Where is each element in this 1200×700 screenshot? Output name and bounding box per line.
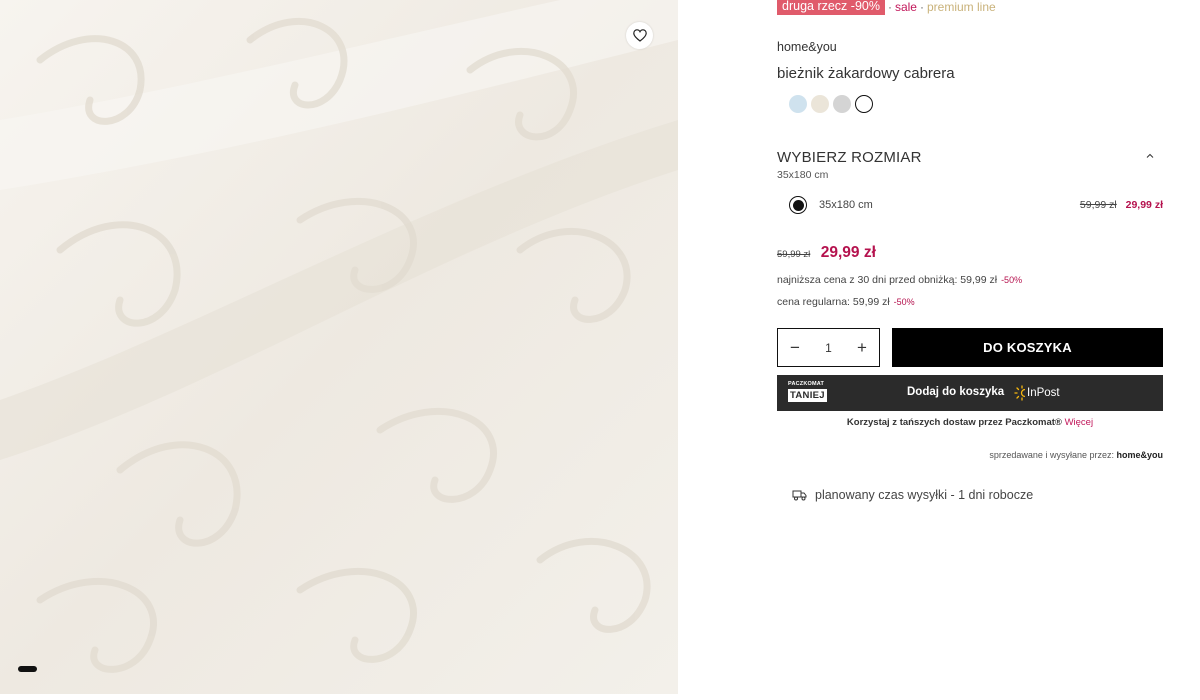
inpost-button-label: Dodaj do koszyka — [907, 386, 1005, 398]
premium-badge: premium line — [926, 0, 996, 14]
inpost-sun-icon — [1014, 385, 1026, 401]
size-option-prices: 59,99 zł 29,99 zł — [1080, 199, 1163, 211]
inpost-add-to-cart-button[interactable]: PACZKOMAT TANIEJ Dodaj do koszyka InPost — [777, 375, 1163, 411]
product-badges: druga rzecz -90% · sale · premium line — [777, 0, 996, 15]
lowest-price-label: najniższa cena z 30 dni przed obniżką: 5… — [777, 274, 998, 286]
quantity-stepper: − + — [777, 328, 880, 367]
color-swatch-light-blue[interactable] — [789, 95, 807, 113]
lowest-price-discount: -50% — [1001, 275, 1023, 285]
inpost-note-text: Korzystaj z tańszych dostaw przez Paczko… — [846, 417, 1062, 428]
seller-prefix: sprzedawane i wysyłane przez: — [989, 450, 1114, 460]
promo-badge: druga rzecz -90% — [777, 0, 885, 15]
regular-price-info: cena regularna: 59,99 zł -50% — [777, 296, 915, 308]
shipping-time-text: planowany czas wysyłki - 1 dni robocze — [815, 488, 1034, 502]
product-title: bieżnik żakardowy cabrera — [777, 65, 955, 82]
regular-price-discount: -50% — [893, 297, 915, 307]
brand-name[interactable]: home&you — [777, 40, 837, 54]
quantity-input[interactable] — [818, 340, 839, 355]
size-radio[interactable] — [789, 196, 807, 214]
seller-name[interactable]: home&you — [1116, 450, 1163, 460]
quantity-increase-button[interactable]: + — [855, 338, 869, 357]
lowest-price-info: najniższa cena z 30 dni przed obniżką: 5… — [777, 274, 1022, 286]
product-image[interactable] — [0, 0, 678, 694]
badge-separator: · — [887, 0, 892, 14]
shipping-time-info: planowany czas wysyłki - 1 dni robocze — [792, 488, 1033, 502]
color-swatch-beige[interactable] — [811, 95, 829, 113]
price-block: 59,99 zł 29,99 zł — [777, 244, 876, 262]
truck-icon — [792, 490, 807, 501]
sale-badge: sale — [894, 0, 917, 14]
favorite-button[interactable] — [626, 22, 653, 49]
chevron-up-icon[interactable] — [1145, 151, 1155, 161]
taniej-logo-text: TANIEJ — [788, 389, 827, 402]
paczkomat-taniej-logo: PACZKOMAT TANIEJ — [788, 380, 827, 406]
size-option-label: 35x180 cm — [819, 199, 873, 211]
quantity-decrease-button[interactable]: − — [788, 338, 802, 357]
selected-size: 35x180 cm — [777, 169, 829, 181]
inpost-more-link[interactable]: Więcej — [1065, 417, 1094, 428]
paczkomat-logo-text: PACZKOMAT — [788, 381, 825, 387]
size-section-heading[interactable]: WYBIERZ ROZMIAR — [777, 149, 922, 166]
heart-icon — [632, 29, 647, 42]
size-option-old-price: 59,99 zł — [1079, 199, 1117, 211]
current-price: 29,99 zł — [820, 244, 876, 261]
size-option[interactable]: 35x180 cm 59,99 zł 29,99 zł — [789, 195, 1163, 215]
inpost-note: Korzystaj z tańszych dostaw przez Paczko… — [777, 417, 1163, 428]
add-to-cart-button[interactable]: DO KOSZYKA — [892, 328, 1163, 367]
color-swatch-grey[interactable] — [833, 95, 851, 113]
badge-separator: · — [919, 0, 924, 14]
old-price: 59,99 zł — [777, 249, 811, 260]
seller-info: sprzedawane i wysyłane przez: home&you — [989, 450, 1163, 460]
gallery-slide-indicator[interactable] — [18, 666, 37, 672]
color-swatches — [789, 95, 873, 113]
inpost-logo-text: InPost — [1027, 387, 1060, 399]
regular-price-label: cena regularna: 59,99 zł — [777, 296, 890, 308]
color-swatch-white[interactable] — [855, 95, 873, 113]
fabric-photo — [0, 0, 678, 694]
size-option-new-price: 29,99 zł — [1125, 199, 1163, 211]
inpost-logo: InPost — [1013, 384, 1060, 402]
